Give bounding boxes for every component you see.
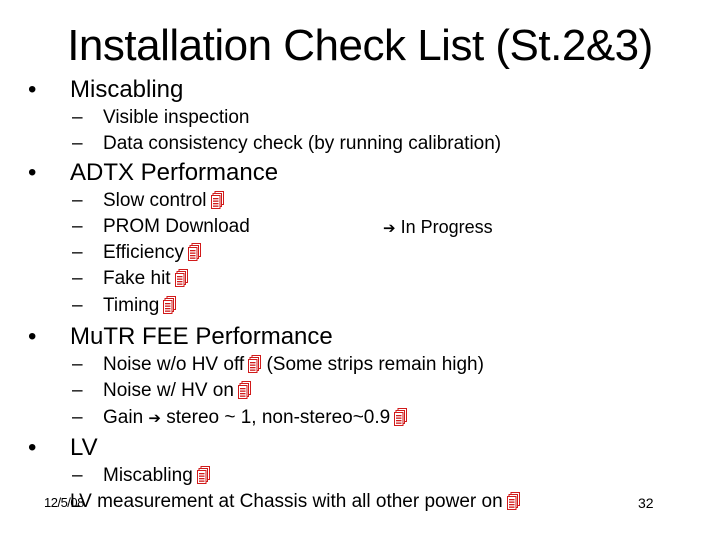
sub-item: – Data consistency check (by running cali… bbox=[72, 132, 501, 156]
document-link-icon[interactable] bbox=[394, 408, 408, 426]
sub-item: – Noise w/ HV on bbox=[72, 379, 251, 403]
sub-item: – Visible inspection bbox=[72, 106, 249, 130]
sub-item-text: LV measurement at Chassis with all other… bbox=[70, 491, 503, 512]
sub-item-text: Gain bbox=[103, 407, 144, 428]
sub-item: – Fake hit bbox=[72, 267, 188, 291]
document-link-icon[interactable] bbox=[187, 243, 201, 261]
document-link-icon[interactable] bbox=[237, 381, 251, 399]
sub-item: – Slow control bbox=[72, 189, 224, 213]
document-link-icon[interactable] bbox=[196, 466, 210, 484]
document-link-icon[interactable] bbox=[248, 355, 262, 373]
dash-marker: – bbox=[72, 380, 83, 401]
bullet-marker: • bbox=[28, 434, 37, 461]
sub-item-text: PROM Download bbox=[103, 216, 250, 237]
bullet-marker: • bbox=[28, 159, 37, 186]
slide-title: Installation Check List (St.2&3) bbox=[67, 21, 653, 70]
arrow-right-icon: ➔ bbox=[148, 410, 161, 427]
status-text: In Progress bbox=[400, 217, 493, 237]
dash-marker: – bbox=[72, 107, 83, 128]
sub-item: – Gain ➔ stereo ~ 1, non-stereo~0.9 bbox=[72, 406, 408, 431]
sub-item-suffix: stereo ~ 1, non-stereo~0.9 bbox=[166, 407, 391, 428]
sub-item-text: Data consistency check (by running calib… bbox=[103, 133, 502, 154]
dash-marker: – bbox=[72, 133, 83, 154]
bullet-marker: • bbox=[28, 76, 37, 103]
bullet-miscabling: • Miscabling bbox=[28, 76, 183, 104]
dash-marker: – bbox=[72, 465, 83, 486]
sub-item-text: Fake hit bbox=[103, 268, 171, 289]
bullet-label: MuTR FEE Performance bbox=[70, 323, 333, 350]
sub-item-text: Noise w/ HV on bbox=[103, 380, 234, 401]
sub-item: – Timing bbox=[72, 294, 177, 318]
sub-item: LV measurement at Chassis with all other… bbox=[70, 490, 520, 514]
document-link-icon[interactable] bbox=[210, 191, 224, 209]
sub-item-text: Miscabling bbox=[103, 465, 193, 486]
dash-marker: – bbox=[72, 295, 83, 316]
sub-item: – PROM Download bbox=[72, 215, 250, 239]
sub-item: – Miscabling bbox=[72, 464, 210, 488]
document-link-icon[interactable] bbox=[174, 269, 188, 287]
sub-item-text: Efficiency bbox=[103, 242, 184, 263]
sub-item-suffix: (Some strips remain high) bbox=[266, 354, 484, 375]
dash-marker: – bbox=[72, 216, 83, 237]
sub-item-text: Slow control bbox=[103, 190, 207, 211]
dash-marker: – bbox=[72, 354, 83, 375]
bullet-marker: • bbox=[28, 323, 37, 350]
bullet-label: ADTX Performance bbox=[70, 159, 279, 186]
bullet-label: LV bbox=[70, 434, 98, 461]
document-link-icon[interactable] bbox=[506, 492, 520, 510]
sub-item-text: Visible inspection bbox=[103, 107, 250, 128]
sub-item-text: Timing bbox=[103, 295, 160, 316]
bullet-mutr-fee-performance: • MuTR FEE Performance bbox=[28, 323, 333, 351]
sub-item: – Noise w/o HV off (Some strips remain hi… bbox=[72, 353, 484, 377]
bullet-adtx-performance: • ADTX Performance bbox=[28, 159, 278, 187]
arrow-right-icon: ➔ bbox=[383, 220, 396, 237]
status-note: ➔ In Progress bbox=[383, 215, 493, 241]
dash-marker: – bbox=[72, 242, 83, 263]
page-number: 32 bbox=[638, 495, 654, 511]
document-link-icon[interactable] bbox=[163, 296, 177, 314]
dash-marker: – bbox=[72, 407, 83, 428]
bullet-lv: • LV bbox=[28, 434, 98, 462]
sub-item: – Efficiency bbox=[72, 241, 201, 265]
footer-date: 12/5/08 bbox=[44, 495, 84, 510]
dash-marker: – bbox=[72, 190, 83, 211]
bullet-label: Miscabling bbox=[70, 76, 184, 103]
sub-item-text: Noise w/o HV off bbox=[103, 354, 245, 375]
dash-marker: – bbox=[72, 268, 83, 289]
